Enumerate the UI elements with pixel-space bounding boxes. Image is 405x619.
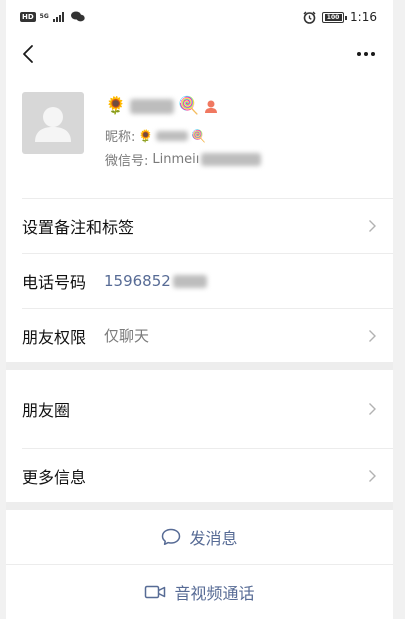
more-info-label: 更多信息 — [22, 467, 87, 487]
chat-bubble-icon — [162, 528, 181, 546]
profile-header: 🌻 🍭 昵称: 🌻 🍭 微信号: Linmeiı — [6, 78, 393, 198]
signal-icon — [52, 11, 64, 22]
wechat-id-value: Linmeiı — [152, 152, 200, 167]
contact-profile-screen: HD 5G 100 1:16 🌻 🍭 昵称: 🌻 🍭 微信号: Linmeiı … — [6, 0, 393, 619]
section-gap — [6, 362, 393, 370]
battery-icon: 100 — [322, 11, 348, 23]
chevron-right-icon — [369, 469, 376, 482]
default-avatar-icon — [35, 107, 71, 142]
send-message-button[interactable]: 发消息 — [6, 510, 393, 564]
phone-value-wrap[interactable]: 1596852 — [104, 272, 207, 290]
more-icon[interactable] — [355, 44, 377, 64]
phone-redacted — [172, 274, 207, 288]
wechat-notification-icon — [70, 11, 85, 22]
display-name: 🌻 🍭 — [105, 95, 219, 117]
status-left: HD 5G — [20, 11, 85, 22]
alarm-icon — [303, 10, 316, 24]
network-type: 5G — [39, 12, 49, 20]
name-redacted — [130, 98, 175, 114]
nickname-row: 昵称: 🌻 🍭 — [105, 126, 207, 146]
battery-level: 100 — [324, 13, 342, 21]
nav-bar — [6, 36, 393, 72]
row-remark-tags[interactable]: 设置备注和标签 — [6, 199, 393, 253]
chevron-right-icon — [369, 403, 376, 415]
chevron-right-icon — [369, 220, 376, 232]
nickname-label: 昵称: — [105, 130, 136, 145]
name-emoji-lollipop: 🍭 — [178, 96, 200, 116]
row-moments[interactable]: 朋友圈 — [6, 370, 393, 448]
row-friend-permission[interactable]: 朋友权限 仅聊天 — [6, 309, 393, 362]
row-more-info[interactable]: 更多信息 — [6, 449, 393, 502]
nickname-emoji-sunflower: 🌻 — [138, 128, 154, 143]
row-phone[interactable]: 电话号码 1596852 — [6, 254, 393, 308]
back-icon[interactable] — [18, 42, 40, 66]
gender-icon — [205, 100, 218, 113]
permission-value: 仅聊天 — [104, 327, 150, 345]
wechat-id-redacted — [201, 153, 262, 166]
phone-label: 电话号码 — [22, 273, 87, 292]
av-call-label: 音视频通话 — [174, 584, 255, 603]
wechat-id-row: 微信号: Linmeiı — [105, 150, 262, 169]
chevron-right-icon — [369, 329, 376, 342]
remark-tags-label: 设置备注和标签 — [22, 218, 135, 237]
permission-label: 朋友权限 — [22, 327, 87, 347]
nickname-emoji-lollipop: 🍭 — [191, 128, 207, 143]
av-call-button[interactable]: 音视频通话 — [6, 565, 393, 619]
phone-value: 1596852 — [104, 272, 171, 290]
hd-badge: HD — [20, 11, 36, 22]
section-gap — [6, 502, 393, 510]
status-right: 100 1:16 — [303, 10, 377, 24]
clock: 1:16 — [350, 10, 377, 24]
avatar[interactable] — [22, 92, 84, 154]
wechat-id-label: 微信号: — [105, 154, 149, 169]
video-camera-icon — [145, 585, 166, 599]
moments-label: 朋友圈 — [22, 401, 71, 420]
status-bar: HD 5G 100 1:16 — [6, 0, 393, 36]
send-message-label: 发消息 — [189, 529, 238, 548]
name-emoji-sunflower: 🌻 — [105, 96, 127, 116]
nickname-redacted — [156, 130, 189, 141]
